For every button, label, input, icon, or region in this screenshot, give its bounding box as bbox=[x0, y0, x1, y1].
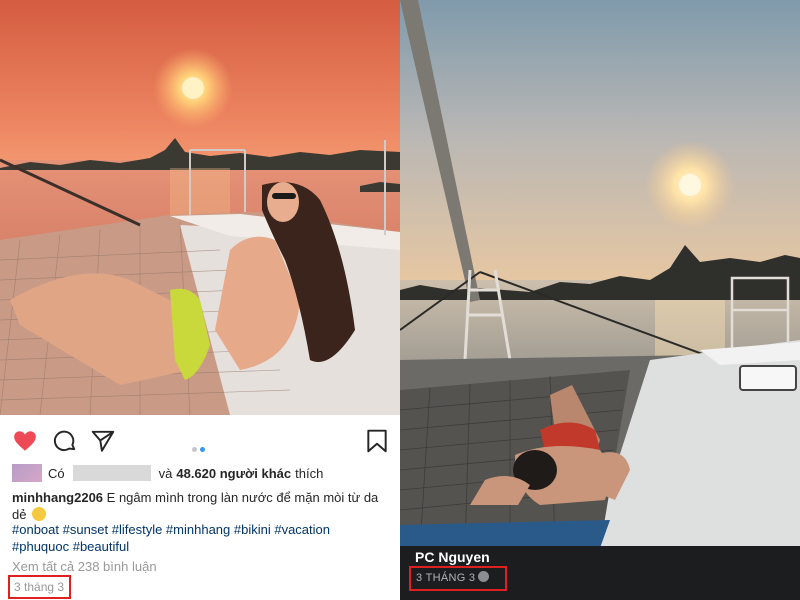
liker-avatar[interactable] bbox=[12, 464, 42, 482]
likes-suffix: thích bbox=[295, 465, 324, 481]
emoji-icon bbox=[32, 507, 47, 521]
post-photo-right[interactable] bbox=[400, 0, 800, 548]
post-date-text: 3 THÁNG 3 bbox=[416, 572, 476, 584]
post-actions bbox=[0, 415, 400, 465]
likes-count[interactable]: 48.620 người khác bbox=[176, 466, 291, 481]
comment-icon[interactable] bbox=[52, 428, 78, 454]
photo-footer: PC Nguyen 3 THÁNG 3 bbox=[400, 546, 800, 600]
post-caption: minhhang2206 E ngâm mình trong làn nước … bbox=[12, 489, 390, 523]
globe-icon bbox=[478, 571, 490, 582]
author-name[interactable]: PC Nguyen bbox=[415, 549, 490, 565]
caption-username[interactable]: minhhang2206 bbox=[12, 490, 103, 505]
liker-name-redacted bbox=[72, 465, 151, 481]
post-date-highlighted: 3 tháng 3 bbox=[8, 575, 71, 599]
share-icon[interactable] bbox=[90, 428, 116, 454]
likes-prefix: Có bbox=[48, 465, 65, 481]
bookmark-icon[interactable] bbox=[364, 428, 390, 454]
post-photo[interactable] bbox=[0, 0, 400, 415]
view-all-comments-link[interactable]: Xem tất cả 238 bình luận bbox=[12, 559, 157, 574]
carousel-dot bbox=[192, 447, 197, 452]
facebook-photo-view: PC Nguyen 3 THÁNG 3 bbox=[400, 0, 800, 600]
carousel-indicator bbox=[192, 439, 208, 457]
post-hashtags[interactable]: #onboat #sunset #lifestyle #minhhang #bi… bbox=[12, 521, 390, 555]
carousel-dot-active bbox=[200, 447, 205, 452]
likes-middle: và bbox=[158, 465, 173, 481]
post-date-highlighted-right[interactable]: 3 THÁNG 3 bbox=[409, 566, 507, 591]
likes-line: Có và 48.620 người khác thích bbox=[12, 463, 323, 483]
heart-icon[interactable] bbox=[12, 428, 38, 454]
instagram-post: Có và 48.620 người khác thích minhhang22… bbox=[0, 0, 400, 600]
